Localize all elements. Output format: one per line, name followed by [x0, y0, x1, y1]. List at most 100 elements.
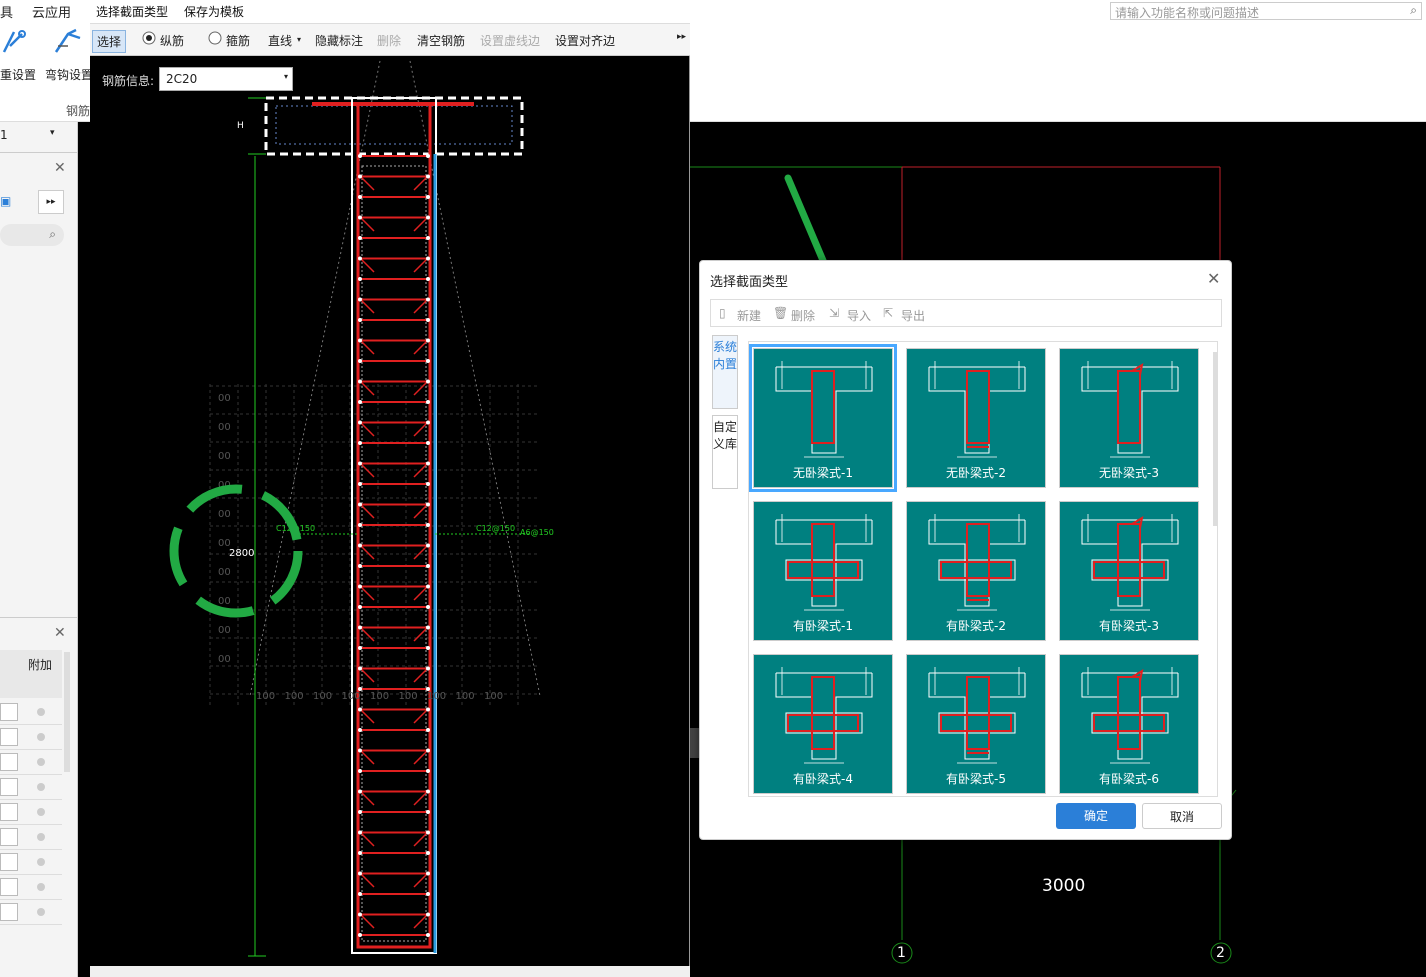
section-card[interactable]: 无卧梁式-3: [1059, 348, 1199, 488]
checkbox[interactable]: [0, 853, 18, 871]
circle-annotation-icon: [169, 484, 303, 618]
editor-toolbar: 选择 纵筋 箍筋 直线 ▾ 隐藏标注 删除 清空钢筋 设置虚线边 设置对齐边 ▸…: [90, 24, 690, 56]
rebar-dot: [426, 379, 430, 384]
close-icon[interactable]: ✕: [1207, 269, 1220, 288]
radio-dot[interactable]: [37, 783, 45, 791]
checkbox[interactable]: [0, 903, 18, 921]
table-row[interactable]: [0, 750, 62, 775]
menu-save-template[interactable]: 保存为模板: [184, 3, 244, 20]
table-row[interactable]: [0, 825, 62, 850]
delete-button[interactable]: 删除: [377, 32, 401, 49]
new-icon[interactable]: ▯: [719, 306, 726, 320]
tab-custom-library[interactable]: 自定义库: [712, 415, 738, 489]
checkbox[interactable]: [0, 828, 18, 846]
set-dashed-edge-button[interactable]: 设置虚线边: [480, 32, 540, 49]
rebar-dot: [358, 666, 362, 671]
section-card[interactable]: 有卧梁式-6: [1059, 654, 1199, 794]
left-panel: 1 ▾ ✕ ▣ ▸▸ ⌕ ✕ 附加: [0, 122, 78, 977]
section-card[interactable]: 有卧梁式-3: [1059, 501, 1199, 641]
select-button[interactable]: 选择: [92, 30, 127, 53]
delete-icon[interactable]: 🗑: [773, 306, 788, 320]
rebar-dot: [358, 215, 362, 220]
rebar-dot: [358, 461, 362, 466]
tab-system-builtin[interactable]: 系统内置: [712, 335, 738, 409]
section-card[interactable]: 有卧梁式-5: [906, 654, 1046, 794]
cancel-button[interactable]: 取消: [1142, 803, 1222, 829]
table-row[interactable]: [0, 725, 62, 750]
radio-dot[interactable]: [37, 808, 45, 816]
clear-rebar-button[interactable]: 清空钢筋: [417, 32, 465, 49]
radio-long-rebar[interactable]: [142, 31, 156, 48]
menu-select-section-type[interactable]: 选择截面类型: [96, 3, 168, 20]
export-icon[interactable]: ⇱: [883, 306, 893, 320]
radio-dot[interactable]: [37, 833, 45, 841]
import-button[interactable]: 导入: [847, 307, 871, 324]
search-box[interactable]: 请输入功能名称或问题描述 ⌕: [1110, 2, 1422, 20]
rebar-dot: [358, 277, 362, 281]
stirrup-hook: [359, 257, 375, 273]
new-button[interactable]: 新建: [737, 307, 761, 324]
search-icon[interactable]: ⌕: [49, 227, 56, 242]
section-card[interactable]: 有卧梁式-4: [753, 654, 893, 794]
grid-label: 100: [370, 691, 389, 702]
radio-dot[interactable]: [37, 858, 45, 866]
rebar-dot: [358, 707, 362, 712]
menu-tool[interactable]: 具: [0, 2, 13, 21]
rebar-dot: [426, 871, 430, 876]
radio-dot[interactable]: [37, 733, 45, 741]
table-row[interactable]: [0, 850, 62, 875]
section-card[interactable]: 有卧梁式-2: [906, 501, 1046, 641]
hook-setting-button[interactable]: 弯钩设置: [45, 66, 93, 83]
floor-dropdown-value[interactable]: 1: [0, 128, 8, 142]
chevron-down-icon[interactable]: ▾: [297, 35, 301, 44]
rebar-setting-button[interactable]: 重设置: [0, 66, 36, 83]
table-row[interactable]: [0, 900, 62, 925]
section-card[interactable]: 无卧梁式-2: [906, 348, 1046, 488]
section-editor: 选择截面类型 保存为模板 选择 纵筋 箍筋 直线 ▾ 隐藏标注 删除 清空钢筋 …: [90, 0, 690, 977]
ok-button[interactable]: 确定: [1056, 803, 1136, 829]
delete-button[interactable]: 删除: [791, 307, 815, 324]
dimension-3000: 3000: [1042, 876, 1086, 896]
section-card[interactable]: 无卧梁式-1: [749, 344, 897, 492]
line-dropdown[interactable]: 直线: [268, 32, 292, 49]
checkbox[interactable]: [0, 778, 18, 796]
radio-dot[interactable]: [37, 708, 45, 716]
expand-button[interactable]: ▸▸: [38, 190, 64, 214]
table-row[interactable]: [0, 875, 62, 900]
stirrup-hook: [413, 913, 429, 929]
checkbox[interactable]: [0, 878, 18, 896]
checkbox[interactable]: [0, 703, 18, 721]
doc-icon[interactable]: ▣: [0, 194, 11, 208]
left-search-input[interactable]: ⌕: [0, 224, 64, 246]
divider: [0, 152, 78, 153]
chevron-down-icon[interactable]: ▾: [50, 128, 55, 138]
rebar-dot: [358, 789, 362, 794]
checkbox[interactable]: [0, 803, 18, 821]
radio-stirrup-label[interactable]: 箍筋: [226, 32, 250, 49]
checkbox[interactable]: [0, 728, 18, 746]
checkbox[interactable]: [0, 753, 18, 771]
close-icon[interactable]: ✕: [54, 160, 66, 176]
table-row[interactable]: [0, 700, 62, 725]
table-row[interactable]: [0, 800, 62, 825]
scrollbar[interactable]: [1213, 352, 1217, 526]
rebar-setting-icon[interactable]: [0, 26, 30, 56]
close-icon[interactable]: ✕: [54, 625, 66, 641]
rebar-dot: [358, 543, 362, 548]
radio-dot[interactable]: [37, 883, 45, 891]
import-icon[interactable]: ⇲: [829, 306, 839, 320]
radio-dot[interactable]: [37, 758, 45, 766]
export-button[interactable]: 导出: [901, 307, 925, 324]
radio-stirrup[interactable]: [208, 31, 222, 48]
radio-long-rebar-label[interactable]: 纵筋: [160, 32, 184, 49]
scrollbar[interactable]: [64, 652, 70, 772]
menu-cloud-app[interactable]: 云应用: [32, 2, 71, 21]
more-icon[interactable]: ▸▸: [677, 32, 686, 42]
section-card[interactable]: 有卧梁式-1: [753, 501, 893, 641]
set-align-edge-button[interactable]: 设置对齐边: [555, 32, 615, 49]
hook-setting-icon[interactable]: [52, 26, 84, 56]
radio-dot[interactable]: [37, 908, 45, 916]
table-row[interactable]: [0, 775, 62, 800]
search-icon[interactable]: ⌕: [1410, 3, 1417, 18]
hide-label-button[interactable]: 隐藏标注: [315, 32, 363, 49]
